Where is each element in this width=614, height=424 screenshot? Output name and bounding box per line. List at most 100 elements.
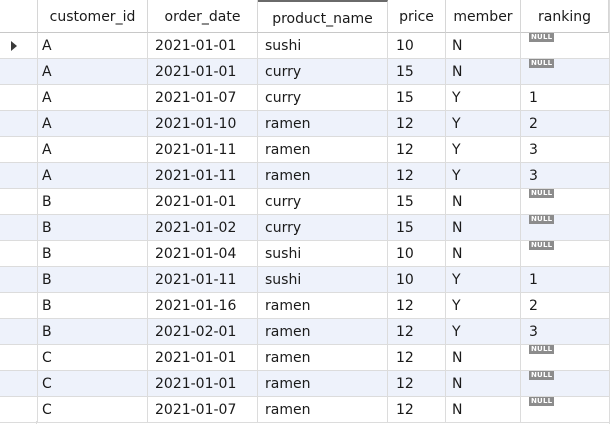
cell-ranking[interactable]: 3 <box>521 163 609 189</box>
table-row[interactable]: A 2021-01-10 ramen 12 Y 2 <box>0 111 609 137</box>
column-header-customer-id[interactable]: customer_id <box>38 0 148 33</box>
cell-customer-id[interactable]: A <box>38 163 148 189</box>
cell-product-name[interactable]: sushi <box>258 241 388 267</box>
row-header-cell[interactable] <box>0 241 38 267</box>
cell-price[interactable]: 10 <box>388 267 446 293</box>
cell-product-name[interactable]: ramen <box>258 371 388 397</box>
table-row[interactable]: B 2021-01-04 sushi 10 N NULL <box>0 241 609 267</box>
row-header-cell[interactable] <box>0 59 38 85</box>
cell-product-name[interactable]: sushi <box>258 33 388 59</box>
cell-price[interactable]: 12 <box>388 137 446 163</box>
cell-product-name[interactable]: ramen <box>258 111 388 137</box>
cell-price[interactable]: 12 <box>388 397 446 423</box>
row-header-cell[interactable] <box>0 189 38 215</box>
cell-member[interactable]: Y <box>446 293 521 319</box>
cell-order-date[interactable]: 2021-01-16 <box>148 293 258 319</box>
row-header-cell[interactable] <box>0 85 38 111</box>
table-row[interactable]: A 2021-01-11 ramen 12 Y 3 <box>0 137 609 163</box>
cell-member[interactable]: N <box>446 241 521 267</box>
table-row[interactable]: B 2021-02-01 ramen 12 Y 3 <box>0 319 609 345</box>
cell-product-name[interactable]: ramen <box>258 319 388 345</box>
cell-member[interactable]: N <box>446 345 521 371</box>
cell-order-date[interactable]: 2021-01-07 <box>148 397 258 423</box>
cell-ranking[interactable]: 2 <box>521 111 609 137</box>
cell-ranking[interactable]: NULL <box>521 59 609 85</box>
row-header-cell[interactable] <box>0 33 38 59</box>
table-row[interactable]: A 2021-01-01 curry 15 N NULL <box>0 59 609 85</box>
cell-order-date[interactable]: 2021-01-01 <box>148 59 258 85</box>
row-header-cell[interactable] <box>0 371 38 397</box>
cell-customer-id[interactable]: B <box>38 293 148 319</box>
table-row[interactable]: A 2021-01-07 curry 15 Y 1 <box>0 85 609 111</box>
cell-member[interactable]: N <box>446 397 521 423</box>
cell-product-name[interactable]: curry <box>258 59 388 85</box>
cell-product-name[interactable]: ramen <box>258 397 388 423</box>
cell-member[interactable]: N <box>446 59 521 85</box>
cell-product-name[interactable]: sushi <box>258 267 388 293</box>
cell-ranking[interactable]: NULL <box>521 371 609 397</box>
cell-price[interactable]: 12 <box>388 319 446 345</box>
cell-ranking[interactable]: NULL <box>521 241 609 267</box>
cell-customer-id[interactable]: C <box>38 371 148 397</box>
cell-member[interactable]: N <box>446 33 521 59</box>
table-row[interactable]: A 2021-01-01 sushi 10 N NULL <box>0 33 609 59</box>
cell-customer-id[interactable]: C <box>38 397 148 423</box>
cell-customer-id[interactable]: B <box>38 267 148 293</box>
row-header-cell[interactable] <box>0 293 38 319</box>
table-row[interactable]: B 2021-01-16 ramen 12 Y 2 <box>0 293 609 319</box>
row-header-cell[interactable] <box>0 345 38 371</box>
table-row[interactable]: B 2021-01-11 sushi 10 Y 1 <box>0 267 609 293</box>
row-header-cell[interactable] <box>0 319 38 345</box>
cell-price[interactable]: 12 <box>388 111 446 137</box>
table-row[interactable]: B 2021-01-01 curry 15 N NULL <box>0 189 609 215</box>
cell-member[interactable]: N <box>446 189 521 215</box>
table-row[interactable]: C 2021-01-01 ramen 12 N NULL <box>0 345 609 371</box>
cell-product-name[interactable]: ramen <box>258 345 388 371</box>
cell-ranking[interactable]: NULL <box>521 397 609 423</box>
cell-customer-id[interactable]: B <box>38 319 148 345</box>
cell-product-name[interactable]: curry <box>258 85 388 111</box>
cell-order-date[interactable]: 2021-01-11 <box>148 267 258 293</box>
cell-ranking[interactable]: NULL <box>521 33 609 59</box>
row-header-cell[interactable] <box>0 267 38 293</box>
cell-order-date[interactable]: 2021-01-11 <box>148 163 258 189</box>
cell-customer-id[interactable]: A <box>38 137 148 163</box>
result-grid[interactable]: customer_id order_date product_name pric… <box>0 0 609 424</box>
table-row[interactable]: A 2021-01-11 ramen 12 Y 3 <box>0 163 609 189</box>
cell-customer-id[interactable]: B <box>38 241 148 267</box>
cell-price[interactable]: 12 <box>388 345 446 371</box>
cell-order-date[interactable]: 2021-01-01 <box>148 371 258 397</box>
row-header-cell[interactable] <box>0 163 38 189</box>
cell-order-date[interactable]: 2021-01-01 <box>148 33 258 59</box>
cell-order-date[interactable]: 2021-01-10 <box>148 111 258 137</box>
cell-member[interactable]: Y <box>446 85 521 111</box>
column-header-price[interactable]: price <box>388 0 446 33</box>
cell-customer-id[interactable]: A <box>38 59 148 85</box>
cell-ranking[interactable]: NULL <box>521 345 609 371</box>
cell-order-date[interactable]: 2021-02-01 <box>148 319 258 345</box>
row-header-cell[interactable] <box>0 215 38 241</box>
cell-order-date[interactable]: 2021-01-01 <box>148 345 258 371</box>
cell-product-name[interactable]: ramen <box>258 293 388 319</box>
row-header-corner[interactable] <box>0 0 38 33</box>
cell-price[interactable]: 15 <box>388 215 446 241</box>
cell-ranking[interactable]: 1 <box>521 267 609 293</box>
cell-member[interactable]: Y <box>446 111 521 137</box>
cell-order-date[interactable]: 2021-01-02 <box>148 215 258 241</box>
cell-ranking[interactable]: 3 <box>521 137 609 163</box>
cell-order-date[interactable]: 2021-01-01 <box>148 189 258 215</box>
cell-price[interactable]: 15 <box>388 189 446 215</box>
table-row[interactable]: C 2021-01-01 ramen 12 N NULL <box>0 371 609 397</box>
cell-customer-id[interactable]: A <box>38 85 148 111</box>
cell-price[interactable]: 15 <box>388 59 446 85</box>
cell-customer-id[interactable]: A <box>38 33 148 59</box>
cell-customer-id[interactable]: C <box>38 345 148 371</box>
cell-product-name[interactable]: curry <box>258 189 388 215</box>
cell-price[interactable]: 12 <box>388 371 446 397</box>
cell-price[interactable]: 12 <box>388 163 446 189</box>
cell-member[interactable]: Y <box>446 319 521 345</box>
column-header-order-date[interactable]: order_date <box>148 0 258 33</box>
cell-price[interactable]: 12 <box>388 293 446 319</box>
cell-customer-id[interactable]: B <box>38 215 148 241</box>
cell-ranking[interactable]: 1 <box>521 85 609 111</box>
